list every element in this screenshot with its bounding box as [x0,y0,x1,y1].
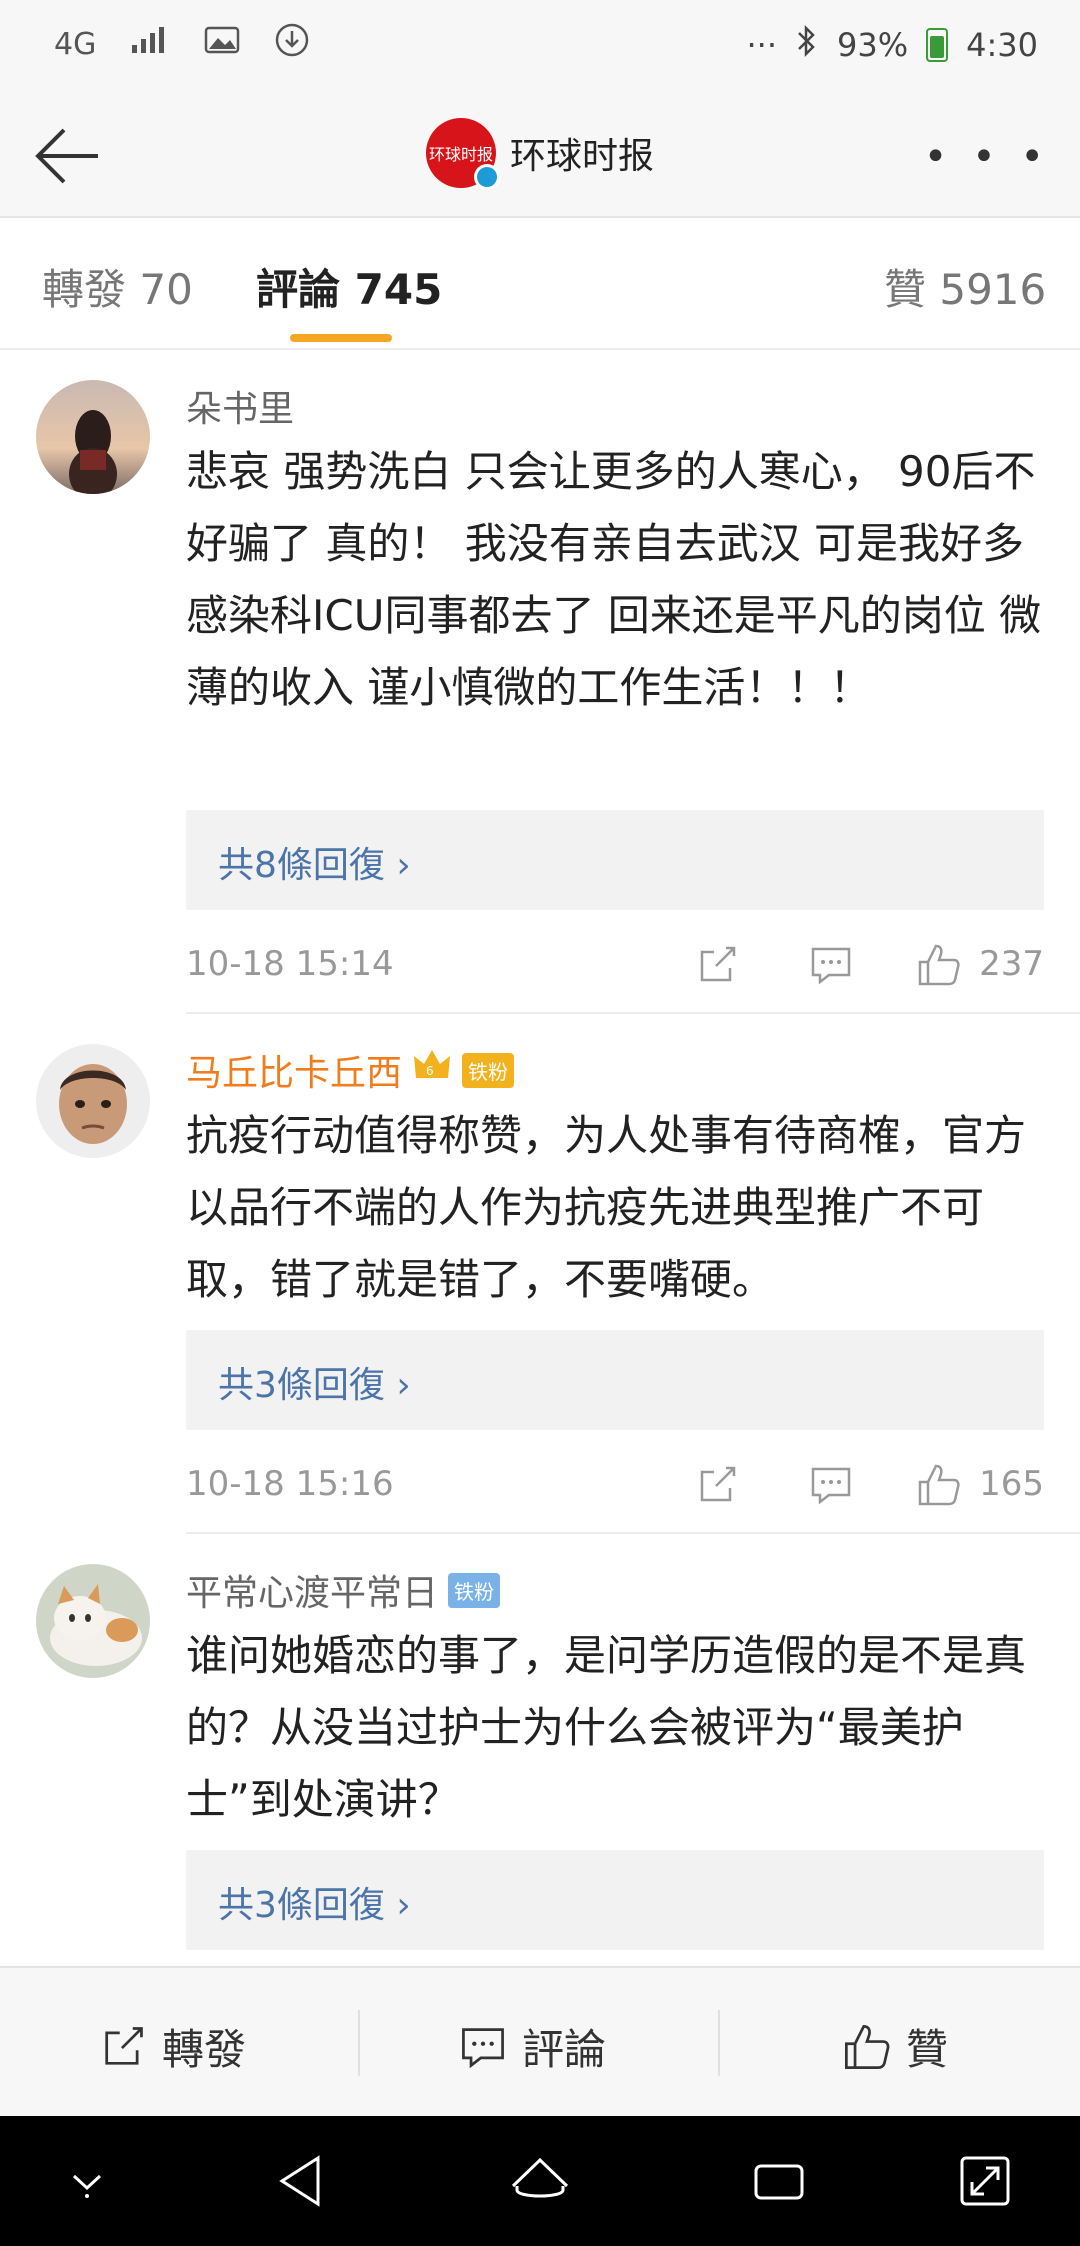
comment-button[interactable]: 評論 [458,2016,606,2077]
fan-badge: 铁粉 [448,1572,501,1608]
repost-label: 轉發 [162,2025,247,2074]
home-icon[interactable] [505,2146,575,2216]
battery-icon [926,28,949,62]
like-label: 贊 [906,2025,949,2074]
recent-apps-icon[interactable] [744,2146,814,2216]
system-nav-bar [0,2116,1080,2246]
status-left: 4G [54,22,310,66]
view-replies-link[interactable]: 共3條回復 › [218,1356,411,1408]
download-icon [274,22,310,66]
account-logo-text: 环球时报 [428,145,493,164]
nav-bar: 环球时报 环球时报 • • • [0,90,1080,218]
back-button[interactable] [28,116,108,196]
view-replies-link[interactable]: 共3條回復 › [218,1876,411,1928]
signal-icon [130,25,170,63]
comment-meta: 10-18 15:16 165 [186,1454,1044,1514]
tab-comments[interactable]: 評論 745 [256,256,442,317]
bluetooth-icon [795,24,819,66]
crown-icon: 6 [412,1048,452,1093]
clock: 4:30 [966,26,1038,64]
avatar[interactable] [36,1564,150,1678]
more-notifications-icon: ··· [746,26,778,64]
bottom-action-bar: 轉發 評論 贊 [0,1966,1080,2116]
like-count: 237 [979,944,1044,984]
comment-body: 悲哀 强势洗白 只会让更多的人寒心， 90后不好骗了 真的！ 我没有亲自去武汉 … [186,447,1042,712]
tab-bar: 轉發 70 評論 745 贊 5916 [0,220,1080,350]
replies-box[interactable]: 共3條回復 › [186,1850,1044,1950]
comment-item: 朵书里 悲哀 强势洗白 只会让更多的人寒心， 90后不好骗了 真的！ 我没有亲自… [0,350,1080,1010]
thumbs-up-icon [844,2024,890,2069]
comment-body: 抗疫行动值得称赞，为人处事有待商榷，官方以品行不端的人作为抗疫先进典型推广不可取… [186,1111,1027,1304]
comment-username[interactable]: 朵书里 [186,380,294,432]
repost-button[interactable]: 轉發 [98,2016,246,2077]
share-icon [105,2026,143,2065]
more-options-button[interactable]: • • • [924,134,1050,180]
avatar[interactable] [36,1044,150,1158]
fan-badge: 铁粉 [462,1052,515,1088]
comment-label: 評論 [522,2025,607,2074]
tab-repost[interactable]: 轉發 70 [42,256,193,317]
reply-comment-icon[interactable] [808,1462,854,1508]
status-bar: 4G ··· 93% 4:30 [0,0,1080,90]
avatar[interactable] [36,380,150,494]
account-avatar[interactable]: 环球时报 [425,118,500,190]
comment-item: 马丘比卡丘西 6 铁粉 抗疫行动值得称赞，为人处事有待商榷，官方以品行不端的人作… [0,1014,1080,1534]
share-icon[interactable] [694,942,740,988]
comment-icon [462,2027,504,2068]
active-tab-indicator [290,334,392,342]
reply-comment-icon[interactable] [808,942,854,988]
arrow-left-icon [35,128,98,184]
comment-timestamp: 10-18 15:14 [186,944,394,984]
chevron-down-icon[interactable] [52,2146,122,2216]
account-name[interactable]: 环球时报 [510,127,654,179]
comment-meta: 10-18 15:14 237 [186,934,1044,994]
like-count: 165 [979,1464,1044,1504]
thumbs-up-icon[interactable] [916,1462,962,1508]
username-text[interactable]: 朵书里 [186,380,294,432]
replies-box[interactable]: 共8條回復 › [186,810,1044,910]
status-right: ··· 93% 4:30 [746,24,1038,66]
like-button[interactable]: 贊 [842,2016,948,2077]
username-text[interactable]: 马丘比卡丘西 [186,1044,402,1096]
svg-text:6: 6 [426,1064,434,1078]
replies-box[interactable]: 共3條回復 › [186,1330,1044,1430]
comment-timestamp: 10-18 15:16 [186,1464,394,1504]
verified-icon [473,164,500,190]
divider [718,2010,720,2076]
network-indicator: 4G [54,26,97,62]
expand-icon[interactable] [950,2146,1020,2216]
username-text[interactable]: 平常心渡平常日 [186,1564,438,1616]
comment-item: 平常心渡平常日 铁粉 谁问她婚恋的事了，是问学历造假的是不是真的？从没当过护士为… [0,1534,1080,1966]
thumbs-up-icon[interactable] [916,942,962,988]
share-icon[interactable] [694,1462,740,1508]
account-header[interactable]: 环球时报 环球时报 [425,118,654,190]
comment-username[interactable]: 平常心渡平常日 铁粉 [186,1564,501,1616]
view-replies-link[interactable]: 共8條回復 › [218,836,411,888]
divider [358,2010,360,2076]
comment-username[interactable]: 马丘比卡丘西 6 铁粉 [186,1044,515,1096]
image-notification-icon [204,25,240,63]
tab-likes[interactable]: 贊 5916 [884,256,1046,317]
back-triangle-icon[interactable] [266,2146,336,2216]
comment-body: 谁问她婚恋的事了，是问学历造假的是不是真的？从没当过护士为什么会被评为“最美护士… [186,1631,1027,1824]
battery-percent: 93% [837,26,909,64]
